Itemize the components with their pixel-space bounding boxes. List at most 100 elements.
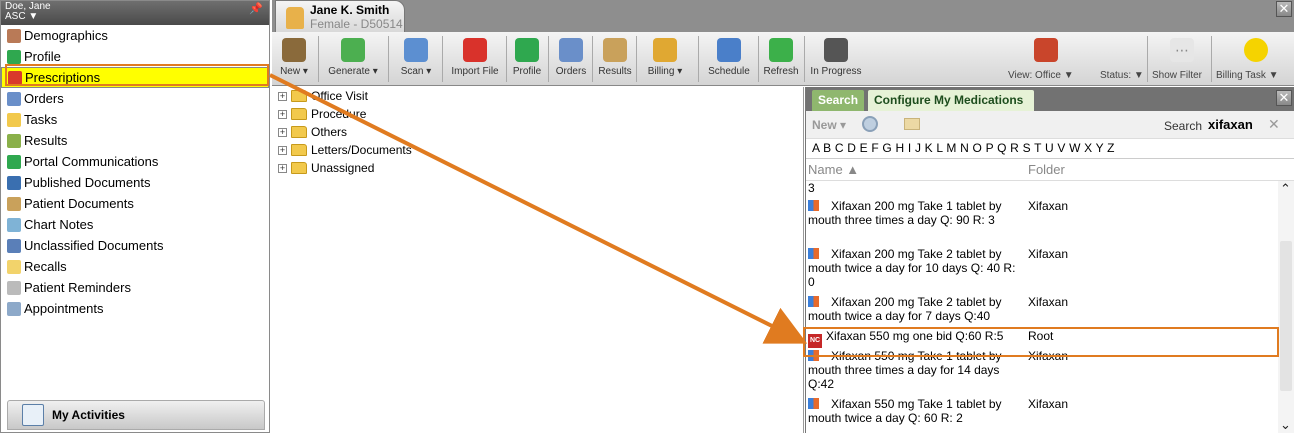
sidebar-item-label: Orders [24, 91, 64, 106]
dropdown-arrow-icon[interactable]: ▾ [423, 66, 431, 77]
close-panel-icon[interactable]: ✕ [1276, 90, 1292, 106]
import-file-button[interactable]: Import File [446, 32, 504, 86]
medication-row[interactable]: Xifaxan 550 mg Take 1 tablet by mouth tw… [806, 397, 1276, 433]
tab-configure-medications[interactable]: Configure My Medications [868, 90, 1034, 111]
expand-icon[interactable]: + [278, 127, 287, 137]
tree-node-procedure[interactable]: + Procedure [272, 105, 803, 123]
toolbar-button-label: Results [598, 66, 632, 77]
column-folder[interactable]: Folder [1028, 159, 1065, 181]
chevron-down-icon[interactable]: ▼ [28, 11, 38, 22]
toolbar-button-label: Schedule [708, 66, 750, 77]
sidebar-item-label: Recalls [24, 259, 67, 274]
patient-tab[interactable]: Jane K. Smith Female - D50514 [275, 0, 405, 32]
in-progress-button[interactable]: In Progress [806, 32, 866, 86]
expand-icon[interactable]: + [278, 109, 287, 119]
location-selector[interactable]: ASC [5, 11, 26, 22]
chart-notes-icon [7, 217, 21, 232]
sidebar-item-appointments[interactable]: Appointments [1, 298, 269, 319]
new-button[interactable]: New ▾ [272, 32, 316, 86]
medication-name: Xifaxan 200 mg Take 2 tablet by mouth tw… [808, 247, 1016, 289]
medication-row[interactable]: Xifaxan 200 mg Take 1 tablet by mouth th… [806, 199, 1276, 245]
column-name[interactable]: Name ▲ [808, 159, 859, 181]
schedule-button[interactable]: Schedule [702, 32, 756, 86]
orders-button[interactable]: Orders [552, 32, 590, 86]
toolbar-divider [506, 36, 507, 82]
patient-icon [286, 7, 304, 29]
tab-search[interactable]: Search [812, 90, 865, 111]
user-header[interactable]: Doe, Jane ASC ▼ 📌 [1, 1, 269, 25]
sidebar-item-patient-documents[interactable]: Patient Documents [1, 193, 269, 214]
medication-row[interactable]: 3 [806, 181, 1276, 195]
sidebar-item-tasks[interactable]: Tasks [1, 109, 269, 130]
toolbar-button-label: Profile [512, 66, 542, 77]
refresh-button[interactable]: Refresh [760, 32, 802, 86]
billing-button[interactable]: Billing ▾ [634, 32, 696, 86]
sidebar-item-unclassified-documents[interactable]: Unclassified Documents [1, 235, 269, 256]
folder-icon [291, 144, 307, 156]
sidebar-item-label: Demographics [24, 28, 108, 43]
sidebar-item-label: Results [24, 133, 68, 148]
view-icon [1034, 38, 1058, 62]
search-label: Search [1164, 119, 1203, 133]
recalls-icon [7, 259, 21, 274]
view-icon-button[interactable] [1026, 32, 1066, 86]
highlight-box-prescriptions [5, 64, 269, 86]
my-activities-button[interactable]: My Activities [7, 400, 265, 430]
toolbar-button-label: Orders [555, 66, 587, 77]
pin-icon[interactable]: 📌 [249, 4, 263, 15]
expand-icon[interactable]: + [278, 163, 287, 173]
activities-icon [22, 404, 44, 426]
toolbar-divider [388, 36, 389, 82]
patient-name: Jane K. Smith [310, 3, 390, 17]
sidebar-item-orders[interactable]: Orders [1, 88, 269, 109]
sidebar-item-demographics[interactable]: Demographics [1, 25, 269, 46]
billing-icon [653, 38, 677, 62]
scroll-thumb[interactable] [1280, 241, 1292, 391]
new-medication-button[interactable]: New ▾ [812, 118, 846, 132]
sidebar-item-published-documents[interactable]: Published Documents [1, 172, 269, 193]
search-input[interactable]: xifaxan [1208, 117, 1253, 132]
in-progress-icon [824, 38, 848, 62]
tree-node-office-visit[interactable]: + Office Visit [272, 87, 803, 105]
dropdown-arrow-icon[interactable]: ▾ [674, 66, 682, 77]
ib-badge-icon [808, 200, 819, 211]
medication-list: 3 Xifaxan 200 mg Take 1 tablet by mouth t… [806, 181, 1278, 433]
clear-search-icon[interactable]: ✕ [1268, 116, 1280, 133]
scan-button[interactable]: Scan ▾ [392, 32, 440, 86]
scroll-down-icon[interactable]: ⌄ [1280, 417, 1291, 433]
scroll-up-icon[interactable]: ⌃ [1280, 181, 1291, 197]
expand-icon[interactable]: + [278, 91, 287, 101]
folder-add-icon[interactable] [904, 118, 920, 130]
new-icon [282, 38, 306, 62]
billing-task-icon-button[interactable] [1236, 32, 1276, 86]
dropdown-arrow-icon[interactable]: ▾ [370, 66, 378, 77]
orders-icon [559, 38, 583, 62]
medication-row[interactable]: Xifaxan 200 mg Take 2 tablet by mouth tw… [806, 247, 1276, 293]
close-patient-icon[interactable]: ✕ [1276, 1, 1292, 17]
tree-node-letters-documents[interactable]: + Letters/Documents [272, 141, 803, 159]
panel-toolbar: New ▾ Search xifaxan ✕ [806, 111, 1294, 139]
toolbar-button-label: In Progress [810, 66, 862, 77]
generate-button[interactable]: Generate ▾ [320, 32, 386, 86]
scrollbar[interactable]: ⌃ ⌄ [1278, 181, 1294, 433]
more-icon: ⋯ [1170, 38, 1194, 62]
dropdown-arrow-icon[interactable]: ▾ [300, 66, 308, 77]
sidebar-item-chart-notes[interactable]: Chart Notes [1, 214, 269, 235]
tree-node-unassigned[interactable]: + Unassigned [272, 159, 803, 177]
tree-node-label: Office Visit [311, 89, 368, 103]
profile-button[interactable]: Profile [508, 32, 546, 86]
results-icon [7, 133, 21, 148]
medication-folder: Xifaxan [1028, 295, 1069, 309]
sidebar-item-portal-communications[interactable]: Portal Communications [1, 151, 269, 172]
gear-icon[interactable] [862, 116, 878, 132]
expand-icon[interactable]: + [278, 145, 287, 155]
sidebar-item-patient-reminders[interactable]: Patient Reminders [1, 277, 269, 298]
tree-node-others[interactable]: + Others [272, 123, 803, 141]
sidebar-item-results[interactable]: Results [1, 130, 269, 151]
status-selector[interactable]: Status: ▼ [1100, 70, 1144, 81]
alphabet-filter[interactable]: A B C D E F G H I J K L M N O P Q R S T … [806, 139, 1294, 159]
toolbar-divider [1147, 36, 1148, 82]
sidebar-item-recalls[interactable]: Recalls [1, 256, 269, 277]
more-icon-button[interactable]: ⋯ [1162, 32, 1202, 86]
results-button[interactable]: Results [596, 32, 634, 86]
